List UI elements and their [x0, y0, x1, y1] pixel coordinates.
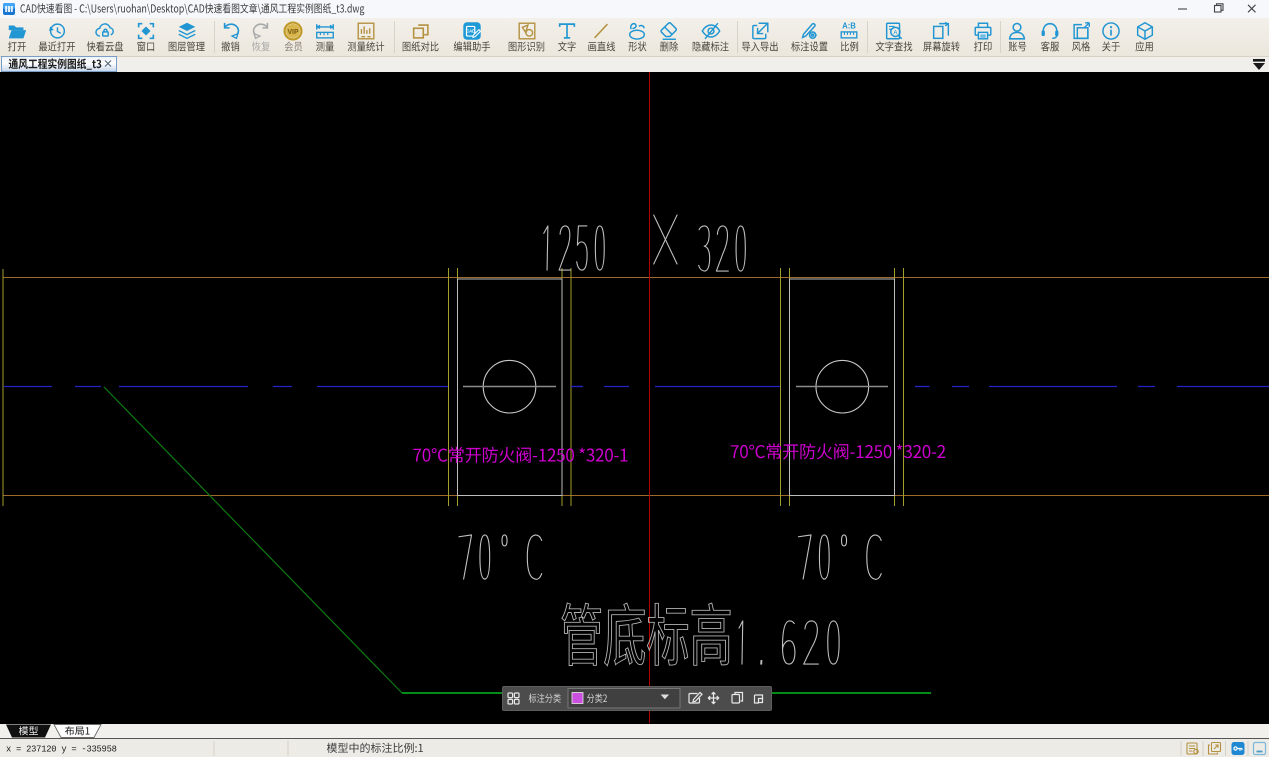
svg-text:x = 237120 y = -335958: x = 237120 y = -335958 — [6, 744, 117, 754]
